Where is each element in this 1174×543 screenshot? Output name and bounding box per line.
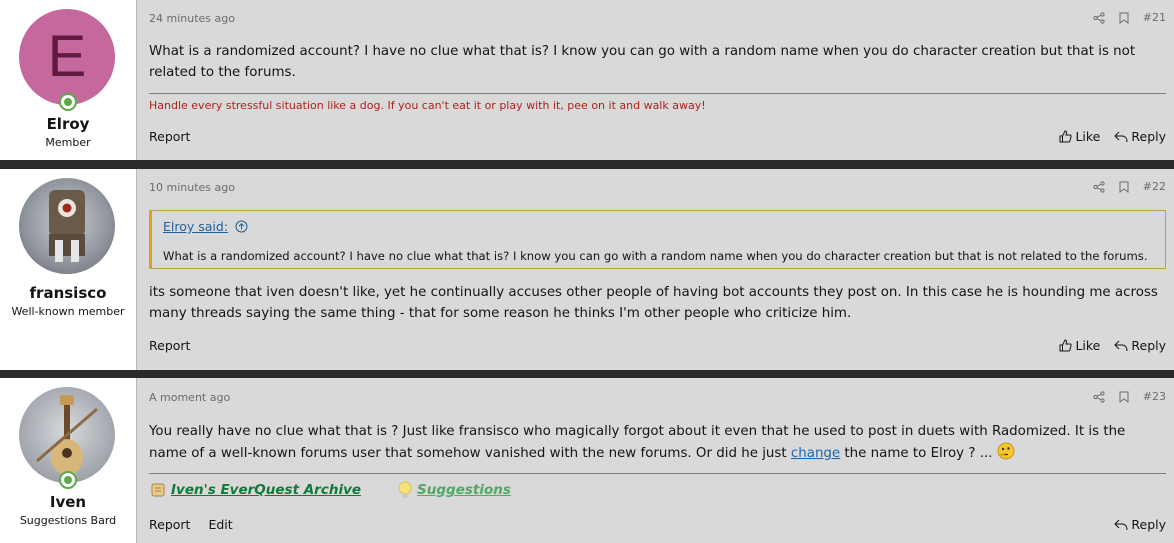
user-title: Suggestions Bard — [19, 514, 117, 527]
avatar-image — [36, 395, 98, 475]
user-panel: E Elroy Member — [0, 0, 137, 160]
post-number[interactable]: #23 — [1143, 390, 1166, 403]
share-icon[interactable] — [1093, 180, 1105, 193]
report-button[interactable]: Report — [149, 517, 190, 532]
like-label: Like — [1075, 338, 1101, 353]
post-message: You really have no clue what that is ? J… — [149, 421, 1166, 464]
post-time[interactable]: 24 minutes ago — [149, 12, 235, 25]
online-status-icon — [59, 93, 77, 111]
post-body: 10 minutes ago #22 Elroy said: What is a… — [137, 169, 1174, 370]
suggestions-link[interactable]: Suggestions — [397, 481, 511, 499]
thumbs-up-icon — [1059, 130, 1073, 143]
thumbs-up-icon — [1059, 339, 1073, 352]
avatar-letter: E — [47, 24, 87, 89]
signature-divider — [149, 473, 1166, 474]
report-button[interactable]: Report — [149, 338, 190, 353]
post-footer-left: Report — [149, 338, 190, 353]
archive-link[interactable]: Iven's EverQuest Archive — [149, 481, 361, 499]
archive-link-label: Iven's EverQuest Archive — [171, 482, 362, 498]
post-footer-left: Report — [149, 129, 190, 144]
scroll-icon — [151, 483, 165, 497]
bookmark-icon[interactable] — [1119, 391, 1129, 403]
reply-icon — [1114, 131, 1128, 142]
reply-label: Reply — [1131, 129, 1166, 144]
reply-icon — [1114, 519, 1128, 530]
reply-button[interactable]: Reply — [1114, 338, 1166, 353]
light-bulb-icon — [398, 481, 412, 498]
reply-icon — [1114, 340, 1128, 351]
avatar[interactable] — [19, 178, 115, 274]
post-time[interactable]: 10 minutes ago — [149, 181, 235, 194]
post-message: What is a randomized account? I have no … — [149, 44, 1136, 80]
share-icon[interactable] — [1093, 390, 1105, 403]
change-link[interactable]: change — [791, 446, 840, 461]
avatar[interactable]: E — [19, 9, 115, 105]
bookmark-icon[interactable] — [1119, 12, 1129, 24]
like-button[interactable]: Like — [1059, 129, 1100, 144]
post-body: 24 minutes ago #21 What is a randomized … — [137, 0, 1174, 160]
post-21: E Elroy Member 24 minutes ago #21 What i… — [0, 0, 1174, 160]
online-status-icon — [59, 471, 77, 489]
reply-label: Reply — [1131, 338, 1166, 353]
message-text-end: the name to Elroy ? ... — [840, 446, 997, 461]
user-title: Well-known member — [11, 305, 125, 318]
bookmark-icon[interactable] — [1119, 181, 1129, 193]
post-message: its someone that iven doesn't like, yet … — [149, 285, 1158, 321]
username[interactable]: Iven — [0, 493, 136, 511]
edit-button[interactable]: Edit — [208, 517, 232, 532]
post-footer-right: Reply — [1114, 517, 1166, 532]
post-footer-right: Like Reply — [1059, 338, 1166, 353]
reply-button[interactable]: Reply — [1114, 129, 1166, 144]
quote-author-label: Elroy said: — [163, 219, 229, 234]
quote-author[interactable]: Elroy said: — [163, 219, 248, 234]
suggestions-link-label: Suggestions — [417, 482, 511, 498]
post-time[interactable]: A moment ago — [149, 391, 230, 404]
avatar[interactable] — [19, 387, 115, 483]
username[interactable]: Elroy — [0, 115, 136, 133]
post-body: A moment ago #23 You really have no clue… — [137, 378, 1174, 543]
post-number[interactable]: #21 — [1143, 11, 1166, 24]
reply-label: Reply — [1131, 517, 1166, 532]
like-label: Like — [1075, 129, 1101, 144]
quote-text: What is a randomized account? I have no … — [163, 249, 1148, 263]
report-button[interactable]: Report — [149, 129, 190, 144]
user-panel: fransisco Well-known member — [0, 169, 137, 370]
post-number[interactable]: #22 — [1143, 180, 1166, 193]
user-title: Member — [45, 136, 91, 149]
signature: Iven's EverQuest Archive Suggestions — [149, 481, 511, 499]
post-tools: #21 — [1093, 11, 1166, 24]
post-22: fransisco Well-known member 10 minutes a… — [0, 169, 1174, 370]
signature: Handle every stressful situation like a … — [149, 99, 706, 112]
signature-divider — [149, 93, 1166, 94]
user-panel: Iven Suggestions Bard — [0, 378, 137, 543]
quote-block: Elroy said: What is a randomized account… — [149, 210, 1166, 269]
arrow-up-circle-icon[interactable] — [235, 220, 248, 233]
post-23: Iven Suggestions Bard A moment ago #23 Y… — [0, 378, 1174, 543]
username[interactable]: fransisco — [0, 284, 136, 302]
post-tools: #22 — [1093, 180, 1166, 193]
like-button[interactable]: Like — [1059, 338, 1100, 353]
post-footer-left: Report Edit — [149, 517, 233, 532]
reply-button[interactable]: Reply — [1114, 517, 1166, 532]
thinking-face-icon — [997, 442, 1015, 460]
post-tools: #23 — [1093, 390, 1166, 403]
share-icon[interactable] — [1093, 11, 1105, 24]
post-footer-right: Like Reply — [1059, 129, 1166, 144]
avatar-image — [49, 190, 85, 262]
